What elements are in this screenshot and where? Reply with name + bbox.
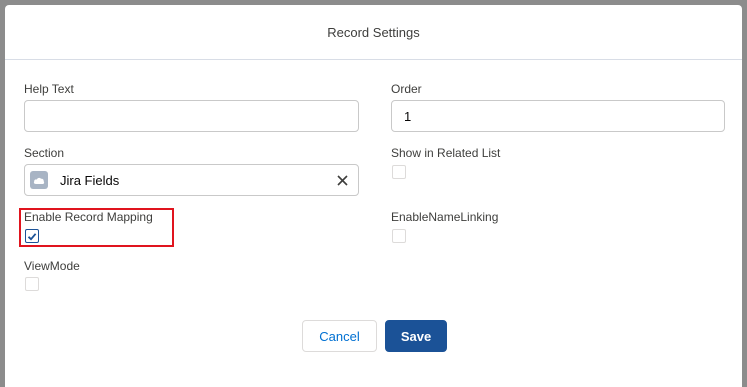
section-value: Jira Fields xyxy=(60,172,120,188)
help-text-label: Help Text xyxy=(24,82,74,96)
cancel-button[interactable]: Cancel xyxy=(302,320,377,352)
section-lookup-input[interactable]: Jira Fields xyxy=(24,164,359,196)
section-label: Section xyxy=(24,146,65,160)
save-button[interactable]: Save xyxy=(385,320,447,352)
close-icon[interactable] xyxy=(332,170,352,190)
order-input[interactable]: 1 xyxy=(391,100,725,132)
enable-name-linking-checkbox[interactable] xyxy=(392,229,406,243)
enable-name-linking-label: EnableNameLinking xyxy=(391,210,499,224)
help-text-input[interactable] xyxy=(24,100,359,132)
order-label: Order xyxy=(391,82,422,96)
show-in-related-list-checkbox[interactable] xyxy=(392,165,406,179)
modal-title: Record Settings xyxy=(327,24,420,40)
annotation-highlight-box xyxy=(19,208,174,247)
record-settings-modal: Record Settings Help Text Section Jira F… xyxy=(5,5,742,387)
cloud-icon xyxy=(30,171,48,189)
view-mode-checkbox[interactable] xyxy=(25,277,39,291)
show-in-related-list-label: Show in Related List xyxy=(391,146,501,160)
view-mode-label: ViewMode xyxy=(24,259,80,273)
modal-header: Record Settings xyxy=(5,5,742,60)
